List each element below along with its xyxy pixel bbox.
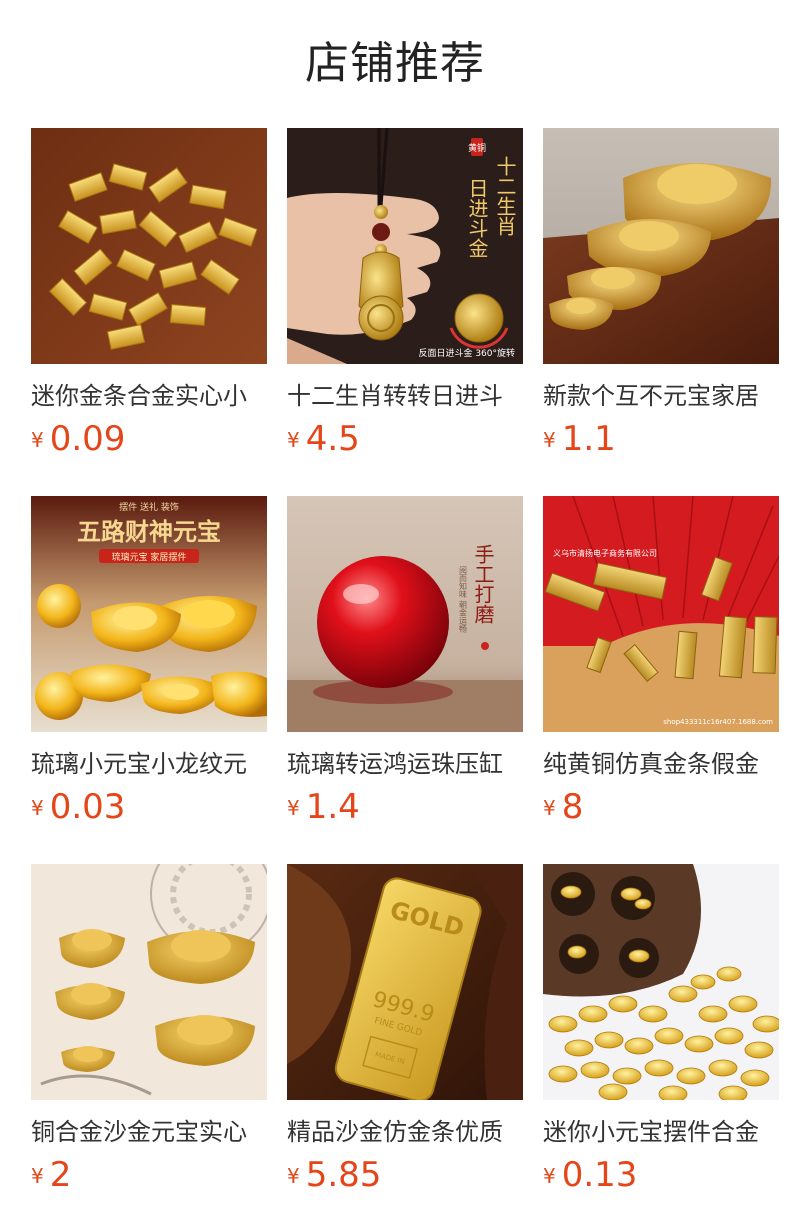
price-value: 5.85 [305, 1155, 382, 1195]
product-card[interactable]: 摆件 送礼 装饰 五路财神元宝 琉璃元宝 家居摆件 琉璃小元宝小龙纹元 ¥0.0… [31, 496, 267, 836]
image-vertical-text: 十二生肖 [493, 156, 517, 236]
image-badge-text: 黄铜 [468, 142, 486, 154]
currency-symbol: ¥ [31, 1164, 44, 1188]
product-price: ¥1.1 [543, 418, 616, 460]
product-image[interactable] [31, 128, 267, 364]
product-price: ¥0.13 [543, 1154, 637, 1196]
product-name[interactable]: 精品沙金仿金条优质 [287, 1116, 523, 1150]
price-value: 0.03 [49, 787, 126, 827]
product-card[interactable]: 义乌市清扬电子商务有限公司 shop433311c16r407.1688.com… [543, 496, 779, 836]
price-value: 2 [49, 1155, 72, 1195]
image-watermark: 义乌市清扬电子商务有限公司 [553, 548, 657, 558]
product-card[interactable]: 新款个互不元宝家居 ¥1.1 [543, 128, 779, 468]
mini-yuanbao-image [543, 864, 779, 1100]
product-image[interactable]: 义乌市清扬电子商务有限公司 shop433311c16r407.1688.com [543, 496, 779, 732]
product-name[interactable]: 琉璃小元宝小龙纹元 [31, 748, 267, 782]
product-card[interactable]: 迷你金条合金实心小 ¥0.09 [31, 128, 267, 468]
product-price: ¥2 [31, 1154, 71, 1196]
image-shop-text: shop433311c16r407.1688.com [663, 718, 773, 726]
price-value: 1.4 [305, 787, 360, 827]
product-image[interactable]: GOLD 999.9 FINE GOLD MADE IN [287, 864, 523, 1100]
currency-symbol: ¥ [543, 1164, 556, 1188]
product-image[interactable]: 摆件 送礼 装饰 五路财神元宝 琉璃元宝 家居摆件 [31, 496, 267, 732]
price-value: 1.1 [561, 419, 616, 459]
zodiac-pendant-image: 黄铜 十二生肖 日进斗金 反面日进斗金 360°旋转 [287, 128, 523, 364]
glass-yuanbao-image: 摆件 送礼 装饰 五路财神元宝 琉璃元宝 家居摆件 [31, 496, 267, 732]
product-price: ¥8 [543, 786, 583, 828]
price-value: 0.09 [49, 419, 126, 459]
product-name[interactable]: 新款个互不元宝家居 [543, 380, 779, 414]
product-price: ¥1.4 [287, 786, 360, 828]
product-card[interactable]: GOLD 999.9 FINE GOLD MADE IN 精品沙金仿金条优质 ¥… [287, 864, 523, 1204]
product-card[interactable]: 铜合金沙金元宝实心 ¥2 [31, 864, 267, 1204]
page-title: 店铺推荐 [305, 38, 485, 89]
product-price: ¥0.09 [31, 418, 125, 460]
currency-symbol: ¥ [287, 428, 300, 452]
currency-symbol: ¥ [543, 428, 556, 452]
red-glass-ball-image: 手工打磨 阅而知味 朝金运畅 [287, 496, 523, 732]
image-top-text: 摆件 送礼 装饰 [119, 501, 179, 513]
currency-symbol: ¥ [31, 796, 44, 820]
image-headline: 五路财神元宝 [77, 518, 221, 546]
brass-bars-fan-image: 义乌市清扬电子商务有限公司 shop433311c16r407.1688.com [543, 496, 779, 732]
sand-gold-ingots-image [31, 864, 267, 1100]
currency-symbol: ¥ [287, 796, 300, 820]
currency-symbol: ¥ [543, 796, 556, 820]
product-image[interactable]: 黄铜 十二生肖 日进斗金 反面日进斗金 360°旋转 [287, 128, 523, 364]
product-image[interactable] [31, 864, 267, 1100]
image-subtext: 琉璃元宝 家居摆件 [112, 551, 187, 563]
product-card[interactable]: 黄铜 十二生肖 日进斗金 反面日进斗金 360°旋转 十二生肖转转日进斗 ¥4.… [287, 128, 523, 468]
gold-bar-999-image: GOLD 999.9 FINE GOLD MADE IN [287, 864, 523, 1100]
gold-ingots-image [543, 128, 779, 364]
product-price: ¥4.5 [287, 418, 360, 460]
product-name[interactable]: 纯黄铜仿真金条假金 [543, 748, 779, 782]
price-value: 4.5 [305, 419, 360, 459]
product-image[interactable] [543, 128, 779, 364]
product-card[interactable]: 手工打磨 阅而知味 朝金运畅 琉璃转运鸿运珠压缸 ¥1.4 [287, 496, 523, 836]
product-name[interactable]: 迷你小元宝摆件合金 [543, 1116, 779, 1150]
price-value: 8 [561, 787, 584, 827]
mini-gold-bars-image [31, 128, 267, 364]
currency-symbol: ¥ [31, 428, 44, 452]
product-name[interactable]: 琉璃转运鸿运珠压缸 [287, 748, 523, 782]
image-vertical-text: 手工打磨 [471, 544, 495, 624]
product-price: ¥0.03 [31, 786, 125, 828]
image-caption: 反面日进斗金 360°旋转 [418, 347, 515, 359]
image-vertical-text: 日进斗金 [465, 178, 489, 258]
image-small-text: 阅而知味 朝金运畅 [459, 566, 468, 634]
product-name[interactable]: 铜合金沙金元宝实心 [31, 1116, 267, 1150]
product-card[interactable]: 迷你小元宝摆件合金 ¥0.13 [543, 864, 779, 1204]
product-name[interactable]: 十二生肖转转日进斗 [287, 380, 523, 414]
product-image[interactable]: 手工打磨 阅而知味 朝金运畅 [287, 496, 523, 732]
product-price: ¥5.85 [287, 1154, 381, 1196]
currency-symbol: ¥ [287, 1164, 300, 1188]
product-image[interactable] [543, 864, 779, 1100]
price-value: 0.13 [561, 1155, 638, 1195]
product-name[interactable]: 迷你金条合金实心小 [31, 380, 267, 414]
